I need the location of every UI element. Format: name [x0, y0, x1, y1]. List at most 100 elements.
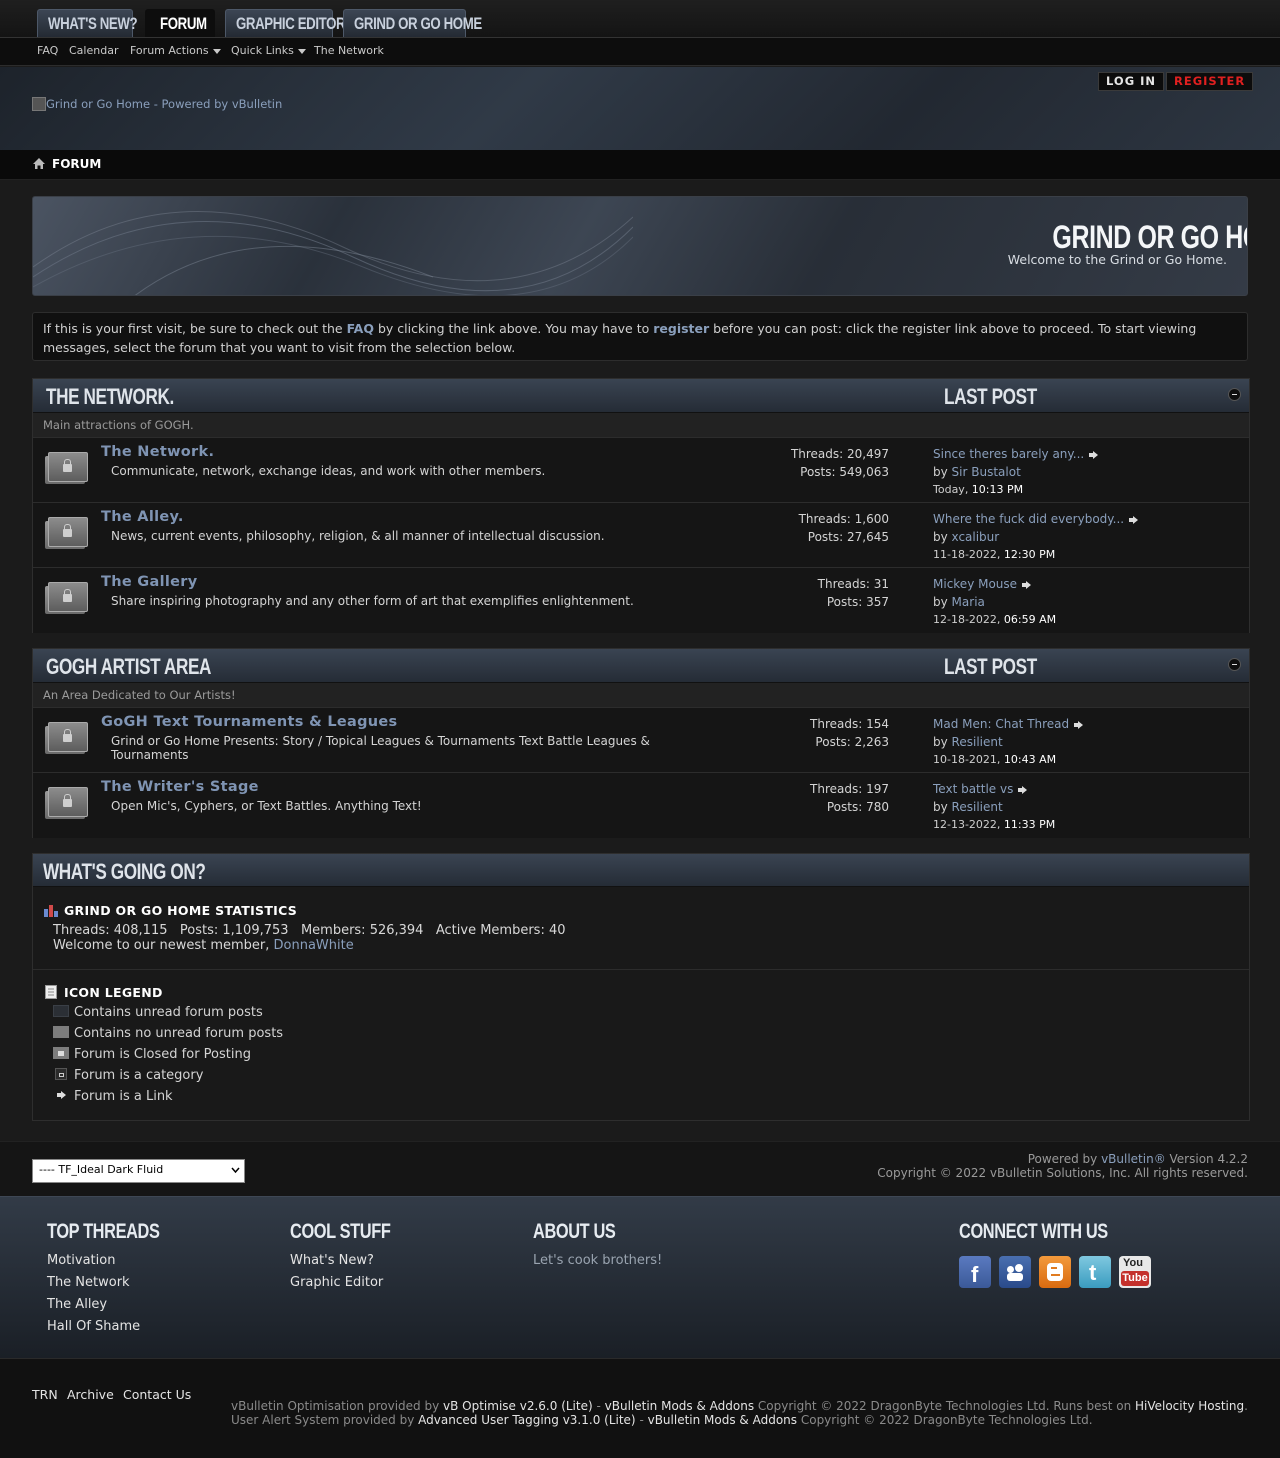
go-to-post-icon[interactable] — [1129, 515, 1139, 524]
statistics-title: GRIND OR GO HOME STATISTICS — [64, 903, 298, 918]
last-post-user-link[interactable]: Maria — [952, 595, 985, 609]
category-title[interactable]: THE NETWORK. — [46, 384, 174, 410]
login-button[interactable]: LOG IN — [1098, 72, 1165, 91]
hivelocity-link[interactable]: HiVelocity Hosting — [1135, 1399, 1244, 1413]
site-header: Grind or Go Home - Powered by vBulletin … — [0, 67, 1280, 150]
subnav-faq[interactable]: FAQ — [37, 44, 58, 57]
footer-link-archive[interactable]: Archive — [67, 1387, 114, 1402]
forum-closed-icon — [45, 517, 89, 551]
register-link[interactable]: register — [653, 321, 709, 336]
top-thread-link[interactable]: The Network — [47, 1275, 130, 1290]
cool-stuff-title: COOL STUFF — [290, 1220, 391, 1243]
statistics-line: Threads: 408,115 Posts: 1,109,753 Member… — [53, 923, 566, 938]
faq-link[interactable]: FAQ — [347, 321, 374, 336]
register-button[interactable]: REGISTER — [1166, 72, 1254, 91]
twitter-icon[interactable]: t — [1079, 1256, 1111, 1288]
subnav-calendar[interactable]: Calendar — [69, 44, 118, 57]
tab-grind-or-go-home[interactable]: GRIND OR GO HOME — [343, 9, 482, 37]
forum-stats: Threads: 197 Posts: 780 — [810, 780, 889, 816]
last-post-time: 10:13 PM — [968, 483, 1024, 496]
by-label: by — [933, 465, 952, 479]
legend-label: Forum is a Link — [74, 1089, 173, 1104]
last-post-date: 12-13-2022, — [933, 818, 1001, 831]
broken-image-icon — [32, 97, 46, 111]
collapse-icon[interactable] — [1228, 658, 1241, 671]
go-to-post-icon[interactable] — [1022, 580, 1032, 589]
chevron-down-icon — [231, 1167, 240, 1174]
post-count: Posts: 357 — [826, 595, 889, 609]
go-to-post-icon[interactable] — [1018, 785, 1028, 794]
last-post-info: Text battle vs by Resilient 12-13-2022, … — [933, 780, 1055, 834]
forum-title-link[interactable]: GoGH Text Tournaments & Leagues — [101, 714, 397, 730]
credit-text: Copyright © 2022 DragonByte Technologies… — [797, 1413, 1093, 1427]
tab-whats-new[interactable]: WHAT'S NEW? — [37, 9, 138, 37]
caret-down-icon — [212, 48, 221, 54]
newest-member-line: Welcome to our newest member, DonnaWhite — [53, 938, 354, 953]
last-post-user-link[interactable]: Resilient — [952, 800, 1003, 814]
last-post-user-link[interactable]: Sir Bustalot — [952, 465, 1021, 479]
top-thread-link[interactable]: Hall Of Shame — [47, 1319, 140, 1334]
top-thread-link[interactable]: Motivation — [47, 1253, 115, 1268]
advanced-user-tagging-link[interactable]: Advanced User Tagging v3.1.0 (Lite) — [418, 1413, 635, 1427]
go-to-post-icon[interactable] — [1074, 720, 1084, 729]
last-post-user-link[interactable]: Resilient — [952, 735, 1003, 749]
last-post-info: Mad Men: Chat Thread by Resilient 10-18-… — [933, 715, 1084, 769]
last-post-thread-link[interactable]: Text battle vs — [933, 782, 1013, 796]
whats-going-on-panel: WHAT'S GOING ON? GRIND OR GO HOME STATIS… — [32, 853, 1250, 1121]
vbulletin-mods-link[interactable]: vBulletin Mods & Addons — [648, 1413, 797, 1427]
last-post-user-link[interactable]: xcalibur — [952, 530, 1000, 544]
style-chooser-select[interactable]: ---- TF_Ideal Dark Fluid — [32, 1159, 245, 1183]
forum-title-link[interactable]: The Network. — [101, 444, 214, 460]
subnav-label: Quick Links — [231, 44, 294, 57]
forum-closed-icon — [45, 787, 89, 821]
youtube-icon[interactable]: You Tube — [1119, 1256, 1151, 1288]
closed-forum-icon — [53, 1047, 69, 1059]
home-icon[interactable] — [32, 157, 46, 170]
last-post-date: 10-18-2021, — [933, 753, 1001, 766]
footer-link-trn[interactable]: TRN — [32, 1387, 58, 1402]
thread-count: Threads: 154 — [810, 717, 889, 731]
thread-count: Threads: 20,497 — [790, 447, 889, 461]
last-post-thread-link[interactable]: Mad Men: Chat Thread — [933, 717, 1069, 731]
site-logo[interactable]: Grind or Go Home - Powered by vBulletin — [32, 97, 282, 111]
category-title[interactable]: GOGH ARTIST AREA — [46, 654, 211, 680]
vbulletin-link[interactable]: vBulletin® — [1101, 1152, 1166, 1166]
subnav-the-network[interactable]: The Network — [314, 44, 384, 57]
subnav-quick-links[interactable]: Quick Links — [231, 44, 306, 57]
vbulletin-mods-link[interactable]: vBulletin Mods & Addons — [605, 1399, 754, 1413]
wgo-header: WHAT'S GOING ON? — [33, 854, 1249, 887]
cool-stuff-link[interactable]: Graphic Editor — [290, 1275, 383, 1290]
forum-category: GOGH ARTIST AREA LAST POST An Area Dedic… — [32, 648, 1250, 838]
cool-stuff-link[interactable]: What's New? — [290, 1253, 374, 1268]
about-us-title: ABOUT US — [533, 1220, 616, 1243]
facebook-icon[interactable]: f — [959, 1256, 991, 1288]
category-header[interactable]: THE NETWORK. LAST POST — [33, 379, 1249, 413]
legend-item: Contains no unread forum posts — [53, 1026, 283, 1041]
forum-title-link[interactable]: The Writer's Stage — [101, 779, 259, 795]
tab-graphic-editor[interactable]: GRAPHIC EDITOR — [225, 9, 346, 37]
vb-optimise-link[interactable]: vB Optimise v2.6.0 (Lite) — [443, 1399, 593, 1413]
last-post-thread-link[interactable]: Since theres barely any... — [933, 447, 1084, 461]
subnav-forum-actions[interactable]: Forum Actions — [130, 44, 221, 57]
category-header[interactable]: GOGH ARTIST AREA LAST POST — [33, 649, 1249, 683]
breadcrumb-current: FORUM — [52, 157, 102, 171]
myspace-icon[interactable] — [999, 1256, 1031, 1288]
blogger-icon[interactable] — [1039, 1256, 1071, 1288]
tab-forum[interactable]: FORUM — [145, 9, 215, 37]
last-post-thread-link[interactable]: Where the fuck did everybody... — [933, 512, 1124, 526]
collapse-icon[interactable] — [1228, 388, 1241, 401]
footer-link-contact-us[interactable]: Contact Us — [123, 1387, 191, 1402]
legend-title: ICON LEGEND — [64, 985, 163, 1000]
legend-item: Forum is Closed for Posting — [53, 1047, 251, 1062]
go-to-post-icon[interactable] — [1089, 450, 1099, 459]
sub-navbar: FAQ Calendar Forum Actions Quick Links T… — [0, 38, 1280, 66]
youtube-text: You — [1123, 1257, 1143, 1269]
last-post-thread-link[interactable]: Mickey Mouse — [933, 577, 1017, 591]
welcome-text: Welcome to our newest member, — [53, 938, 274, 953]
newest-member-link[interactable]: DonnaWhite — [274, 938, 354, 953]
forum-title-link[interactable]: The Alley. — [101, 509, 184, 525]
forum-closed-icon — [45, 582, 89, 616]
forum-title-link[interactable]: The Gallery — [101, 574, 197, 590]
top-thread-link[interactable]: The Alley — [47, 1297, 107, 1312]
about-us-text: Let's cook brothers! — [533, 1253, 663, 1268]
